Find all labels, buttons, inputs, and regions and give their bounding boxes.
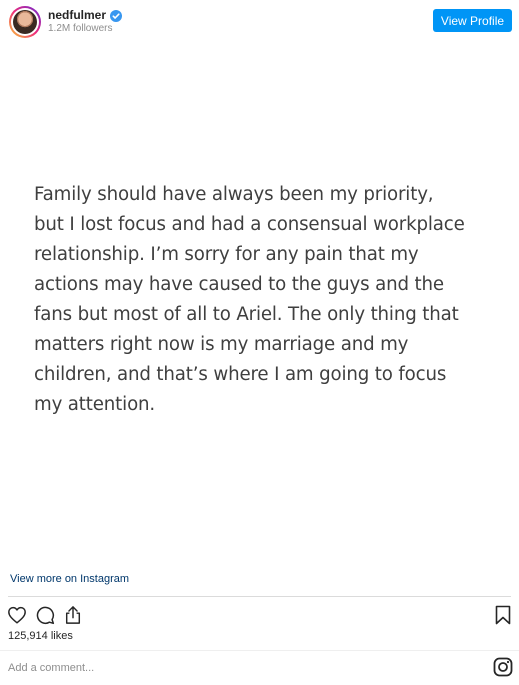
action-bar — [6, 603, 84, 627]
statement-line: my attention. — [34, 394, 156, 415]
divider — [8, 596, 511, 597]
statement-line: but I lost focus and had a consensual wo… — [34, 214, 465, 235]
follower-count: 1.2M followers — [48, 23, 113, 34]
post-header: nedfulmer 1.2M followers View Profile — [0, 0, 519, 46]
username-row: nedfulmer — [48, 8, 123, 22]
statement-line: actions may have caused to the guys and … — [34, 274, 444, 295]
post-statement-image: Family should have always been my priori… — [34, 180, 504, 420]
divider — [0, 650, 519, 651]
statement-line: children, and that’s where I am going to… — [34, 364, 447, 385]
bookmark-icon[interactable] — [493, 604, 513, 626]
statement-line: relationship. I’m sorry for any pain tha… — [34, 244, 419, 265]
add-comment-input[interactable] — [8, 659, 478, 677]
avatar[interactable] — [9, 6, 41, 38]
instagram-logo-icon[interactable] — [493, 657, 513, 677]
statement-line: matters right now is my marriage and my — [34, 334, 409, 355]
verified-badge-icon — [110, 9, 123, 22]
statement-line: fans but most of all to Ariel. The only … — [34, 304, 459, 325]
statement-line: Family should have always been my priori… — [34, 184, 434, 205]
profile-photo — [13, 10, 37, 34]
view-more-on-instagram-link[interactable]: View more on Instagram — [10, 573, 129, 585]
username-link[interactable]: nedfulmer — [48, 8, 106, 22]
heart-icon[interactable] — [6, 604, 28, 626]
like-count[interactable]: 125,914 likes — [8, 630, 73, 642]
view-profile-button[interactable]: View Profile — [433, 9, 512, 32]
share-icon[interactable] — [62, 604, 84, 626]
instagram-embed: nedfulmer 1.2M followers View Profile Fa… — [0, 0, 519, 685]
comment-icon[interactable] — [34, 604, 56, 626]
